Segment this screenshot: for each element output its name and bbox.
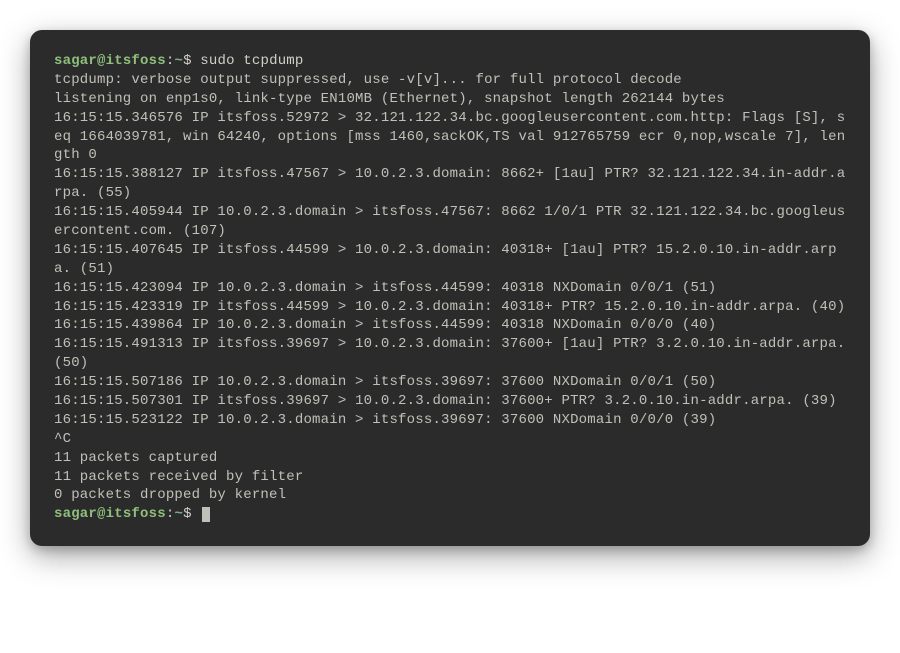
prompt-host-2: itsfoss — [106, 506, 166, 522]
prompt-host: itsfoss — [106, 53, 166, 69]
prompt-user: sagar — [54, 53, 97, 69]
prompt-symbol-2: $ — [183, 506, 192, 522]
prompt-at-2: @ — [97, 506, 106, 522]
prompt-path: ~ — [174, 53, 183, 69]
cursor — [202, 507, 210, 522]
prompt-user-2: sagar — [54, 506, 97, 522]
prompt-path-2: ~ — [174, 506, 183, 522]
command-text: sudo tcpdump — [200, 53, 303, 69]
prompt-symbol: $ — [183, 53, 192, 69]
terminal-content[interactable]: sagar@itsfoss:~$ sudo tcpdump tcpdump: v… — [54, 52, 846, 524]
terminal-window: sagar@itsfoss:~$ sudo tcpdump tcpdump: v… — [30, 30, 870, 546]
prompt-at: @ — [97, 53, 106, 69]
command-output: tcpdump: verbose output suppressed, use … — [54, 72, 854, 504]
